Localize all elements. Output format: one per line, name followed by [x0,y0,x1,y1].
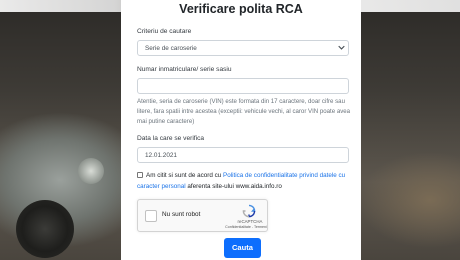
date-input[interactable]: 12.01.2021 [137,147,349,163]
criteria-selected-value: Serie de caroserie [145,45,197,52]
car-headlight-decoration [78,158,104,184]
consent-suffix: aferenta site-ului www.aida.info.ro [185,182,282,190]
recaptcha-widget: Nu sunt robot reCAPTCHA Confidentialitat… [137,199,268,232]
consent-checkbox[interactable] [137,172,143,178]
recaptcha-brand: reCAPTCHA [237,219,263,224]
consent-text: Am citit si sunt de acord cu Politica de… [137,171,351,192]
vin-help-text: Atentie, seria de caroserie (VIN) este f… [137,98,351,125]
recaptcha-checkbox[interactable] [145,210,157,222]
date-label: Data la care se verifica [137,135,205,142]
criteria-label: Criteriu de cautare [137,28,192,35]
verification-form: Verificare polita RCA Criteriu de cautar… [121,0,361,260]
criteria-select[interactable]: Serie de caroserie [137,40,349,56]
recaptcha-label: Nu sunt robot [162,211,201,218]
recaptcha-terms-link[interactable]: Confidentialitate - Termeni [224,225,268,229]
recaptcha-logo-icon [242,204,256,218]
car-wheel-decoration [16,200,74,258]
search-button[interactable]: Cauta [224,238,261,258]
plate-input[interactable] [137,78,349,94]
plate-label: Numar inmatriculare/ serie sasiu [137,66,232,73]
form-title: Verificare polita RCA [179,2,303,16]
chevron-down-icon [338,44,345,53]
consent-prefix: Am citit si sunt de acord cu [146,172,223,179]
